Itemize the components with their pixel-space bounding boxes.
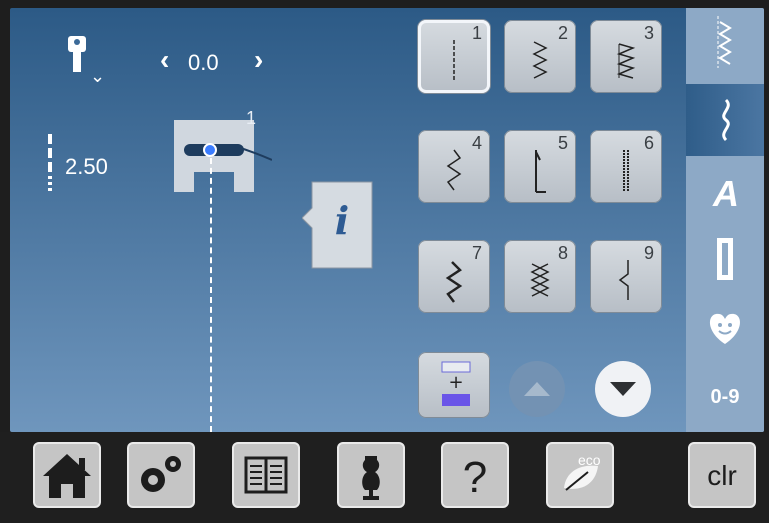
combine-icon: +	[441, 361, 471, 406]
scroll-down-button[interactable]	[594, 360, 652, 418]
info-button[interactable]: i	[302, 172, 376, 270]
dress-form-icon	[362, 456, 380, 500]
help-button[interactable]: ?	[441, 442, 509, 508]
stitch-length-icon[interactable]	[46, 134, 54, 194]
tab-practical-stitches[interactable]	[686, 8, 764, 84]
needle-left-button[interactable]: ‹	[160, 44, 169, 76]
needle-stop-chevron[interactable]: ⌄	[90, 66, 105, 87]
stitch-length-value: 2.50	[65, 154, 108, 179]
stitch-number: 9	[643, 243, 654, 263]
blind-stitch-icon	[618, 260, 629, 300]
stitch-button-8[interactable]: 8	[504, 240, 576, 313]
svg-text:i: i	[335, 198, 349, 243]
tutorial-button[interactable]	[232, 442, 300, 508]
triple-zigzag-stitch-icon	[445, 261, 463, 303]
sewing-screen: ⌄ ‹ 0.0 › 2.50 1 i 1 2 3 4 5 6 7 8 9 + A…	[10, 8, 764, 432]
zigzag-stitch-icon	[532, 41, 548, 79]
securing-stitch-icon	[535, 150, 546, 193]
clear-label: clr	[707, 460, 737, 491]
home-icon	[43, 454, 91, 498]
needle-icon[interactable]	[66, 36, 88, 76]
needle-position-value: 0.0	[188, 50, 219, 75]
stitch-button-7[interactable]: 7	[418, 240, 490, 313]
practical-stitches-icon	[717, 16, 732, 68]
presser-foot-number: 1	[246, 108, 257, 128]
stitch-number: 5	[557, 133, 568, 153]
quick-select-label: 0-9	[710, 386, 740, 408]
tab-decorative-stitches[interactable]	[686, 84, 764, 156]
stitch-number: 1	[471, 23, 482, 43]
tab-quick-select[interactable]: 0-9	[686, 360, 764, 432]
scroll-up-button[interactable]	[508, 360, 566, 418]
triple-straight-stitch-icon	[623, 150, 629, 192]
stitch-number: 3	[643, 23, 654, 43]
pattern-combination-button[interactable]: +	[418, 352, 490, 418]
buttonhole-icon	[717, 238, 733, 280]
eco-button[interactable]: eco	[546, 442, 614, 508]
stitch-button-3[interactable]: 3	[590, 20, 662, 93]
decorative-stitches-icon	[722, 98, 730, 142]
needle-right-button[interactable]: ›	[254, 44, 263, 76]
stitch-button-5[interactable]: 5	[504, 130, 576, 203]
heart-icon	[709, 313, 741, 344]
alphabet-icon: A	[712, 173, 739, 214]
eco-label: eco	[578, 452, 601, 468]
stitch-button-2[interactable]: 2	[504, 20, 576, 93]
tab-buttonholes[interactable]	[686, 224, 764, 292]
home-button[interactable]	[33, 442, 101, 508]
setup-button[interactable]	[127, 442, 195, 508]
clear-button[interactable]: clr	[688, 442, 756, 508]
book-icon	[244, 456, 288, 494]
stitch-number: 7	[471, 243, 482, 263]
tab-alphabets[interactable]: A	[686, 156, 764, 224]
honeycomb-stitch-icon	[530, 263, 550, 297]
question-icon: ?	[463, 453, 487, 502]
sewing-consultant-button[interactable]	[337, 442, 405, 508]
stitch-number: 2	[557, 23, 568, 43]
stitch-number: 8	[557, 243, 568, 263]
stitch-preview-line	[210, 158, 212, 432]
vari-overlock-stitch-icon	[616, 43, 636, 79]
stitch-button-6[interactable]: 6	[590, 130, 662, 203]
stitch-number: 4	[471, 133, 482, 153]
stitch-number: 6	[643, 133, 654, 153]
svg-text:?: ?	[463, 453, 487, 502]
straight-stitch-icon	[453, 40, 455, 82]
tab-personal-program[interactable]	[686, 292, 764, 360]
stitch-button-9[interactable]: 9	[590, 240, 662, 313]
stitch-button-4[interactable]: 4	[418, 130, 490, 203]
stitch-preview-area: ⌄ ‹ 0.0 › 2.50 1 i	[10, 8, 410, 432]
svg-text:A: A	[712, 173, 739, 214]
svg-text:+: +	[448, 372, 463, 393]
gear-icon	[141, 456, 181, 492]
running-stitch-icon	[446, 149, 462, 191]
stitch-button-1[interactable]: 1	[418, 20, 490, 93]
